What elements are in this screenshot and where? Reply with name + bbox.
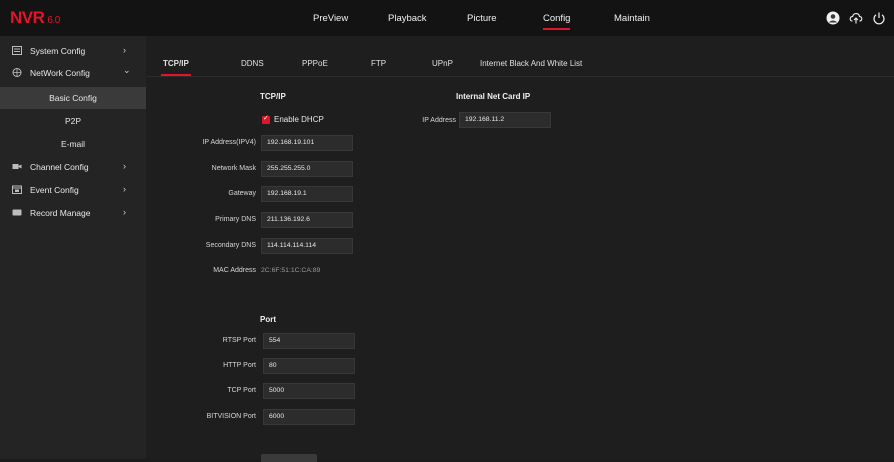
chevron-right-icon: ›	[123, 161, 126, 171]
tab-bar: TCP/IP DDNS PPPoE FTP UPnP Internet Blac…	[146, 50, 894, 77]
secondary-dns-input[interactable]: 114.114.114.114	[261, 238, 353, 254]
tab-ftp[interactable]: FTP	[371, 59, 386, 68]
bitvision-port-input[interactable]: 6000	[263, 409, 355, 425]
main-content: TCP/IP DDNS PPPoE FTP UPnP Internet Blac…	[146, 36, 894, 462]
nav-preview[interactable]: PreView	[313, 13, 348, 24]
sidebar-subitem-p2p[interactable]: P2P	[0, 110, 146, 132]
tab-pppoe[interactable]: PPPoE	[302, 59, 328, 68]
sidebar-subitem-basic-config[interactable]: Basic Config	[0, 87, 146, 109]
power-icon[interactable]	[872, 11, 886, 25]
primary-dns-label: Primary DNS	[215, 216, 256, 223]
sidebar-item-system-config[interactable]: System Config ›	[0, 40, 146, 62]
calendar-icon	[12, 185, 22, 194]
tcp-port-label: TCP Port	[227, 387, 256, 394]
sidebar-item-channel-config[interactable]: Channel Config ›	[0, 156, 146, 178]
chevron-right-icon: ›	[123, 45, 126, 55]
nav-playback[interactable]: Playback	[388, 13, 427, 24]
sidebar-item-label: Channel Config	[30, 162, 89, 172]
top-bar: NVR 6.0 PreView Playback Picture Config M…	[0, 0, 894, 36]
tcp-port-input[interactable]: 5000	[263, 383, 355, 399]
chevron-down-icon: ⌄	[123, 65, 131, 75]
gateway-input[interactable]: 192.168.19.1	[261, 186, 353, 202]
sidebar-subitem-email[interactable]: E-mail	[0, 133, 146, 155]
chevron-right-icon: ›	[123, 184, 126, 194]
tab-tcpip[interactable]: TCP/IP	[161, 59, 191, 76]
rtsp-port-label: RTSP Port	[222, 337, 256, 344]
enable-dhcp-label: Enable DHCP	[274, 115, 324, 124]
sidebar-item-record-manage[interactable]: Record Manage ›	[0, 202, 146, 224]
network-icon	[12, 68, 22, 77]
record-icon	[12, 209, 22, 216]
nav-config[interactable]: Config	[543, 13, 571, 30]
primary-dns-input[interactable]: 211.136.192.6	[261, 212, 353, 228]
save-button[interactable]	[261, 454, 317, 462]
sidebar-item-label: Event Config	[30, 185, 79, 195]
port-section-title: Port	[260, 315, 276, 324]
camera-icon	[12, 164, 22, 169]
enable-dhcp-checkbox[interactable]	[262, 114, 270, 124]
ip-address-label: IP Address(IPV4)	[202, 139, 256, 146]
logo: NVR 6.0	[10, 8, 60, 28]
internal-ip-section-title: Internal Net Card IP	[456, 92, 531, 101]
rtsp-port-input[interactable]: 554	[263, 333, 355, 349]
nav-picture[interactable]: Picture	[467, 13, 497, 24]
logo-version: 6.0	[47, 15, 60, 26]
mac-address-value: 2C:6F:51:1C:CA:89	[261, 267, 321, 274]
mac-address-label: MAC Address	[213, 267, 256, 274]
system-icon	[12, 46, 22, 55]
sidebar: System Config › NetWork Config ⌄ Basic C…	[0, 36, 146, 459]
http-port-label: HTTP Port	[223, 362, 256, 369]
sidebar-item-event-config[interactable]: Event Config ›	[0, 179, 146, 201]
tab-ddns[interactable]: DDNS	[241, 59, 264, 68]
http-port-input[interactable]: 80	[263, 358, 355, 374]
user-icon[interactable]	[826, 11, 840, 25]
sidebar-item-label: NetWork Config	[30, 68, 90, 78]
chevron-right-icon: ›	[123, 207, 126, 217]
ip-address-input[interactable]: 192.168.19.101	[261, 135, 353, 151]
sidebar-item-label: Record Manage	[30, 208, 91, 218]
nav-maintain[interactable]: Maintain	[614, 13, 650, 24]
logo-text: NVR	[10, 8, 45, 27]
network-mask-input[interactable]: 255.255.255.0	[261, 161, 353, 177]
sidebar-item-label: System Config	[30, 46, 86, 56]
network-mask-label: Network Mask	[211, 165, 256, 172]
cloud-icon[interactable]	[849, 11, 863, 25]
gateway-label: Gateway	[228, 190, 256, 197]
tab-upnp[interactable]: UPnP	[432, 59, 453, 68]
internal-ip-input[interactable]: 192.168.11.2	[459, 112, 551, 128]
sidebar-item-network-config[interactable]: NetWork Config ⌄	[0, 62, 146, 84]
internal-ip-label: IP Address	[422, 117, 456, 124]
tcpip-section-title: TCP/IP	[260, 92, 286, 101]
secondary-dns-label: Secondary DNS	[205, 242, 256, 249]
bitvision-port-label: BITVISION Port	[206, 413, 256, 420]
tab-black-white-list[interactable]: Internet Black And White List	[480, 59, 582, 68]
